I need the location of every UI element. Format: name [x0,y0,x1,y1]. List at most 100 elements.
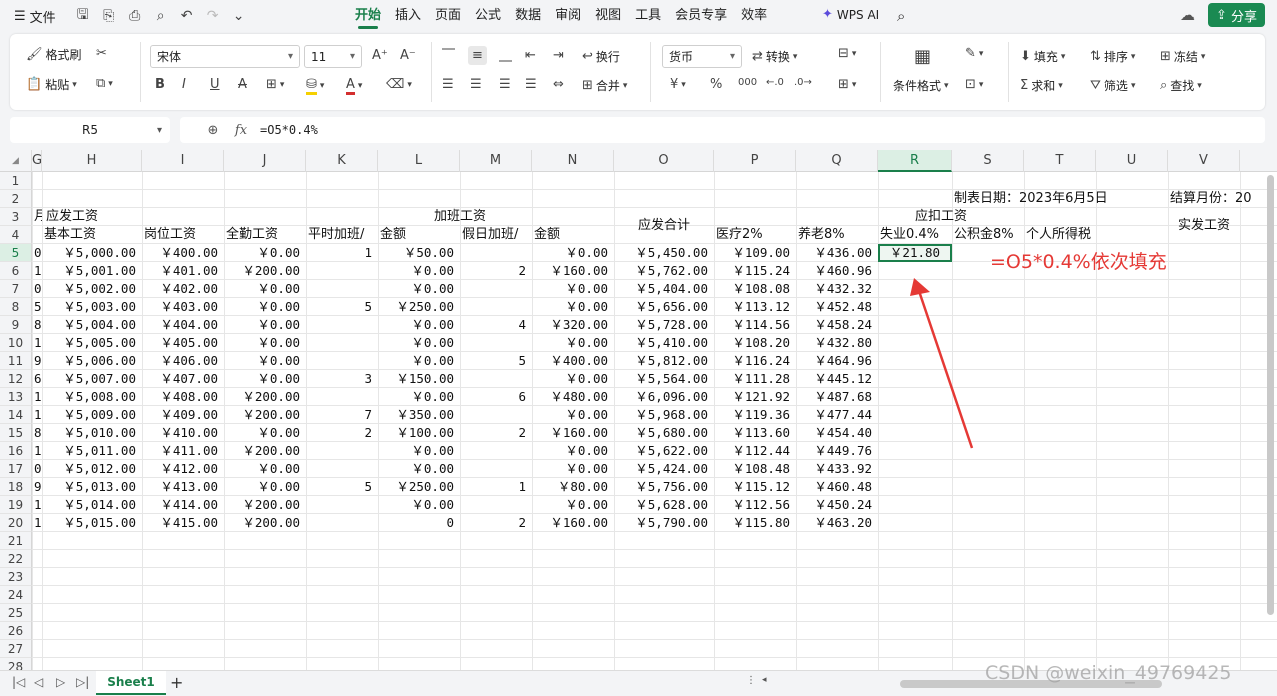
cut-button[interactable]: ✂ [96,46,107,61]
cell-q13[interactable]: ￥487.68 [796,388,878,406]
cell-jine1[interactable]: 金额 [378,226,460,244]
cell-n14[interactable]: ￥0.00 [532,406,614,424]
decrease-font-button[interactable]: A⁻ [400,48,416,63]
cell-p18[interactable]: ￥115.12 [714,478,796,496]
cell-q19[interactable]: ￥450.24 [796,496,878,514]
cell-p7[interactable]: ￥108.08 [714,280,796,298]
cell-n19[interactable]: ￥0.00 [532,496,614,514]
cell-k14[interactable]: 7 [306,406,378,424]
cell-l5[interactable]: ￥50.00 [378,244,460,262]
number-format-select[interactable]: 货币 ▾ [662,45,742,68]
cell-j9[interactable]: ￥0.00 [224,316,306,334]
column-header-s[interactable]: S [952,150,1024,172]
cell-jiben[interactable]: 基本工资 [42,226,142,244]
row-col-button[interactable]: ⊡ ▾ [965,77,983,92]
cell-h18[interactable]: ￥5,013.00 [42,478,142,496]
cell-j17[interactable]: ￥0.00 [224,460,306,478]
vertical-scrollbar[interactable] [1267,175,1274,615]
column-header-v[interactable]: V [1168,150,1240,172]
cell-j7[interactable]: ￥0.00 [224,280,306,298]
cell-h15[interactable]: ￥5,010.00 [42,424,142,442]
cell-o9[interactable]: ￥5,728.00 [614,316,714,334]
cell-m20[interactable]: 2 [460,514,532,532]
increase-font-button[interactable]: A⁺ [372,48,388,63]
cell-i17[interactable]: ￥412.00 [142,460,224,478]
cell-g18[interactable]: 9 [32,478,42,496]
cell-h20[interactable]: ￥5,015.00 [42,514,142,532]
cell-p6[interactable]: ￥115.24 [714,262,796,280]
clear-button[interactable]: ⌫ ▾ [386,77,412,92]
cell-j15[interactable]: ￥0.00 [224,424,306,442]
distribute-button[interactable]: ⇔ [553,77,564,92]
cloud-upload-icon[interactable]: ☁ [1180,6,1195,24]
cell-g3[interactable]: 月 [32,208,42,226]
cell-n6[interactable]: ￥160.00 [532,262,614,280]
file-menu[interactable]: ☰ 文件 [0,7,64,26]
underline-button[interactable]: U [210,77,220,92]
font-name-select[interactable]: 宋体 ▾ [150,45,300,68]
spreadsheet-grid[interactable]: ◢ G H I J K L M N O P Q R S T U V 1 2 3 4 5 6 7 8 9 10 11 12 13 14 15 1… [0,150,1277,670]
cell-l15[interactable]: ￥100.00 [378,424,460,442]
cell-n18[interactable]: ￥80.00 [532,478,614,496]
cell-g19[interactable]: 1 [32,496,42,514]
cell-p11[interactable]: ￥116.24 [714,352,796,370]
cell-n16[interactable]: ￥0.00 [532,442,614,460]
cell-n17[interactable]: ￥0.00 [532,460,614,478]
tab-tools[interactable]: 工具 [628,0,668,32]
cell-n5[interactable]: ￥0.00 [532,244,614,262]
column-header-r[interactable]: R [878,150,952,172]
cell-q6[interactable]: ￥460.96 [796,262,878,280]
cell-m11[interactable]: 5 [460,352,532,370]
cell-n11[interactable]: ￥400.00 [532,352,614,370]
cell-q16[interactable]: ￥449.76 [796,442,878,460]
cell-j14[interactable]: ￥200.00 [224,406,306,424]
cell-style-button[interactable]: ⊞ ▾ [838,77,856,92]
next-sheet-icon[interactable]: ▷ [56,675,65,689]
column-header-p[interactable]: P [714,150,796,172]
cell-o15[interactable]: ￥5,680.00 [614,424,714,442]
font-color-button[interactable]: A ▾ [346,77,362,95]
cell-q17[interactable]: ￥433.92 [796,460,878,478]
row-header-10[interactable]: 10 [0,334,32,352]
row-header-17[interactable]: 17 [0,460,32,478]
cell-k15[interactable]: 2 [306,424,378,442]
cell-k18[interactable]: 5 [306,478,378,496]
cell-p12[interactable]: ￥111.28 [714,370,796,388]
cell-o17[interactable]: ￥5,424.00 [614,460,714,478]
cell-g13[interactable]: 1 [32,388,42,406]
cell-k5[interactable]: 1 [306,244,378,262]
row-header-1[interactable]: 1 [0,172,32,190]
cell-m6[interactable]: 2 [460,262,532,280]
merge-cells-button[interactable]: ⊞ 合并 ▾ [582,77,627,94]
align-top-button[interactable]: ⎺ [442,48,455,63]
row-header-27[interactable]: 27 [0,640,32,658]
cell-r5[interactable]: ￥21.80 [878,244,952,262]
row-header-7[interactable]: 7 [0,280,32,298]
cell-l7[interactable]: ￥0.00 [378,280,460,298]
conditional-format-icon-button[interactable]: ▦ [914,46,931,67]
font-size-select[interactable]: 11 ▾ [304,45,362,68]
table-style-button[interactable]: ⊟ ▾ [838,46,856,61]
prev-sheet-icon[interactable]: ◁ [34,675,43,689]
cell-g11[interactable]: 9 [32,352,42,370]
cell-i6[interactable]: ￥401.00 [142,262,224,280]
cell-n9[interactable]: ￥320.00 [532,316,614,334]
cell-g20[interactable]: 1 [32,514,42,532]
cell-i11[interactable]: ￥406.00 [142,352,224,370]
cell-n7[interactable]: ￥0.00 [532,280,614,298]
row-header-21[interactable]: 21 [0,532,32,550]
tab-view[interactable]: 视图 [588,0,628,32]
cell-q15[interactable]: ￥454.40 [796,424,878,442]
currency-button[interactable]: ¥ ▾ [670,77,686,92]
cell-i10[interactable]: ￥405.00 [142,334,224,352]
cell-p14[interactable]: ￥119.36 [714,406,796,424]
cell-g15[interactable]: 8 [32,424,42,442]
cell-m13[interactable]: 6 [460,388,532,406]
cell-n10[interactable]: ￥0.00 [532,334,614,352]
tab-formula[interactable]: 公式 [468,0,508,32]
cell-q12[interactable]: ￥445.12 [796,370,878,388]
cell-q18[interactable]: ￥460.48 [796,478,878,496]
cell-l19[interactable]: ￥0.00 [378,496,460,514]
format-button[interactable]: ✎ ▾ [965,46,983,61]
row-header-22[interactable]: 22 [0,550,32,568]
